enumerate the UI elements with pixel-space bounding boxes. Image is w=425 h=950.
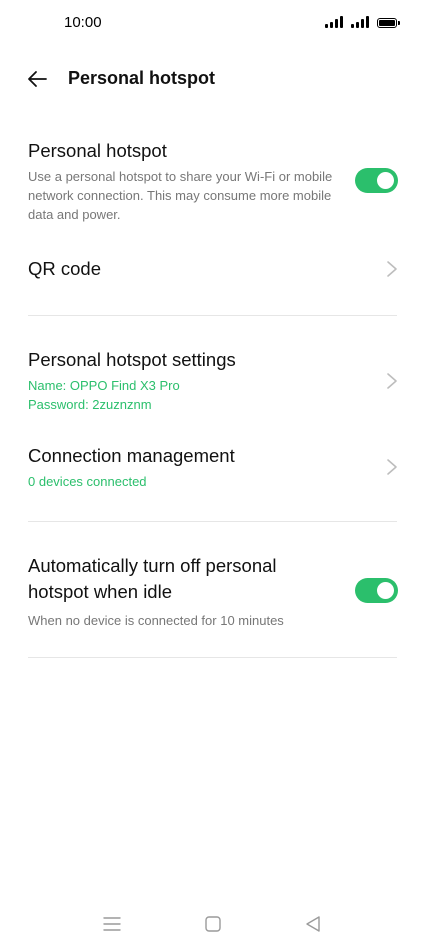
auto-off-title: Automatically turn off personal hotspot … bbox=[28, 555, 277, 602]
connection-management-title: Connection management bbox=[28, 445, 235, 466]
hotspot-name: Name: OPPO Find X3 Pro bbox=[28, 378, 180, 393]
qr-code-row[interactable]: QR code bbox=[28, 256, 398, 286]
hotspot-settings-row[interactable]: Personal hotspot settings Name: OPPO Fin… bbox=[28, 347, 398, 417]
menu-icon[interactable] bbox=[102, 914, 122, 934]
connection-management-row[interactable]: Connection management 0 devices connecte… bbox=[28, 443, 398, 493]
back-triangle-icon[interactable] bbox=[303, 914, 323, 934]
devices-connected-count: 0 devices connected bbox=[28, 474, 147, 489]
hotspot-toggle[interactable] bbox=[355, 168, 398, 193]
status-icons bbox=[325, 16, 400, 28]
divider bbox=[28, 521, 397, 522]
page-title: Personal hotspot bbox=[68, 68, 216, 88]
chevron-right-icon bbox=[387, 261, 397, 277]
battery-icon bbox=[377, 18, 400, 28]
hotspot-toggle-row[interactable]: Personal hotspot Use a personal hotspot … bbox=[28, 138, 398, 224]
navigation-bar bbox=[0, 900, 425, 950]
hotspot-description: Use a personal hotspot to share your Wi-… bbox=[28, 169, 333, 222]
auto-off-toggle[interactable] bbox=[355, 578, 398, 603]
home-square-icon[interactable] bbox=[203, 914, 223, 934]
auto-off-description: When no device is connected for 10 minut… bbox=[28, 613, 284, 628]
header: Personal hotspot bbox=[0, 60, 425, 100]
signal-icon bbox=[325, 16, 343, 28]
chevron-right-icon bbox=[387, 459, 397, 475]
hotspot-title: Personal hotspot bbox=[28, 140, 167, 161]
divider bbox=[28, 657, 397, 658]
qr-code-title: QR code bbox=[28, 258, 102, 279]
hotspot-settings-title: Personal hotspot settings bbox=[28, 349, 236, 370]
auto-off-toggle-row[interactable]: Automatically turn off personal hotspot … bbox=[28, 553, 398, 630]
status-time: 10:00 bbox=[64, 14, 102, 31]
signal-icon bbox=[351, 16, 369, 28]
hotspot-password: Password: 2zuznznm bbox=[28, 397, 152, 412]
chevron-right-icon bbox=[387, 373, 397, 389]
back-arrow-icon[interactable] bbox=[26, 68, 48, 90]
status-bar: 10:00 bbox=[0, 0, 425, 46]
divider bbox=[28, 315, 397, 316]
